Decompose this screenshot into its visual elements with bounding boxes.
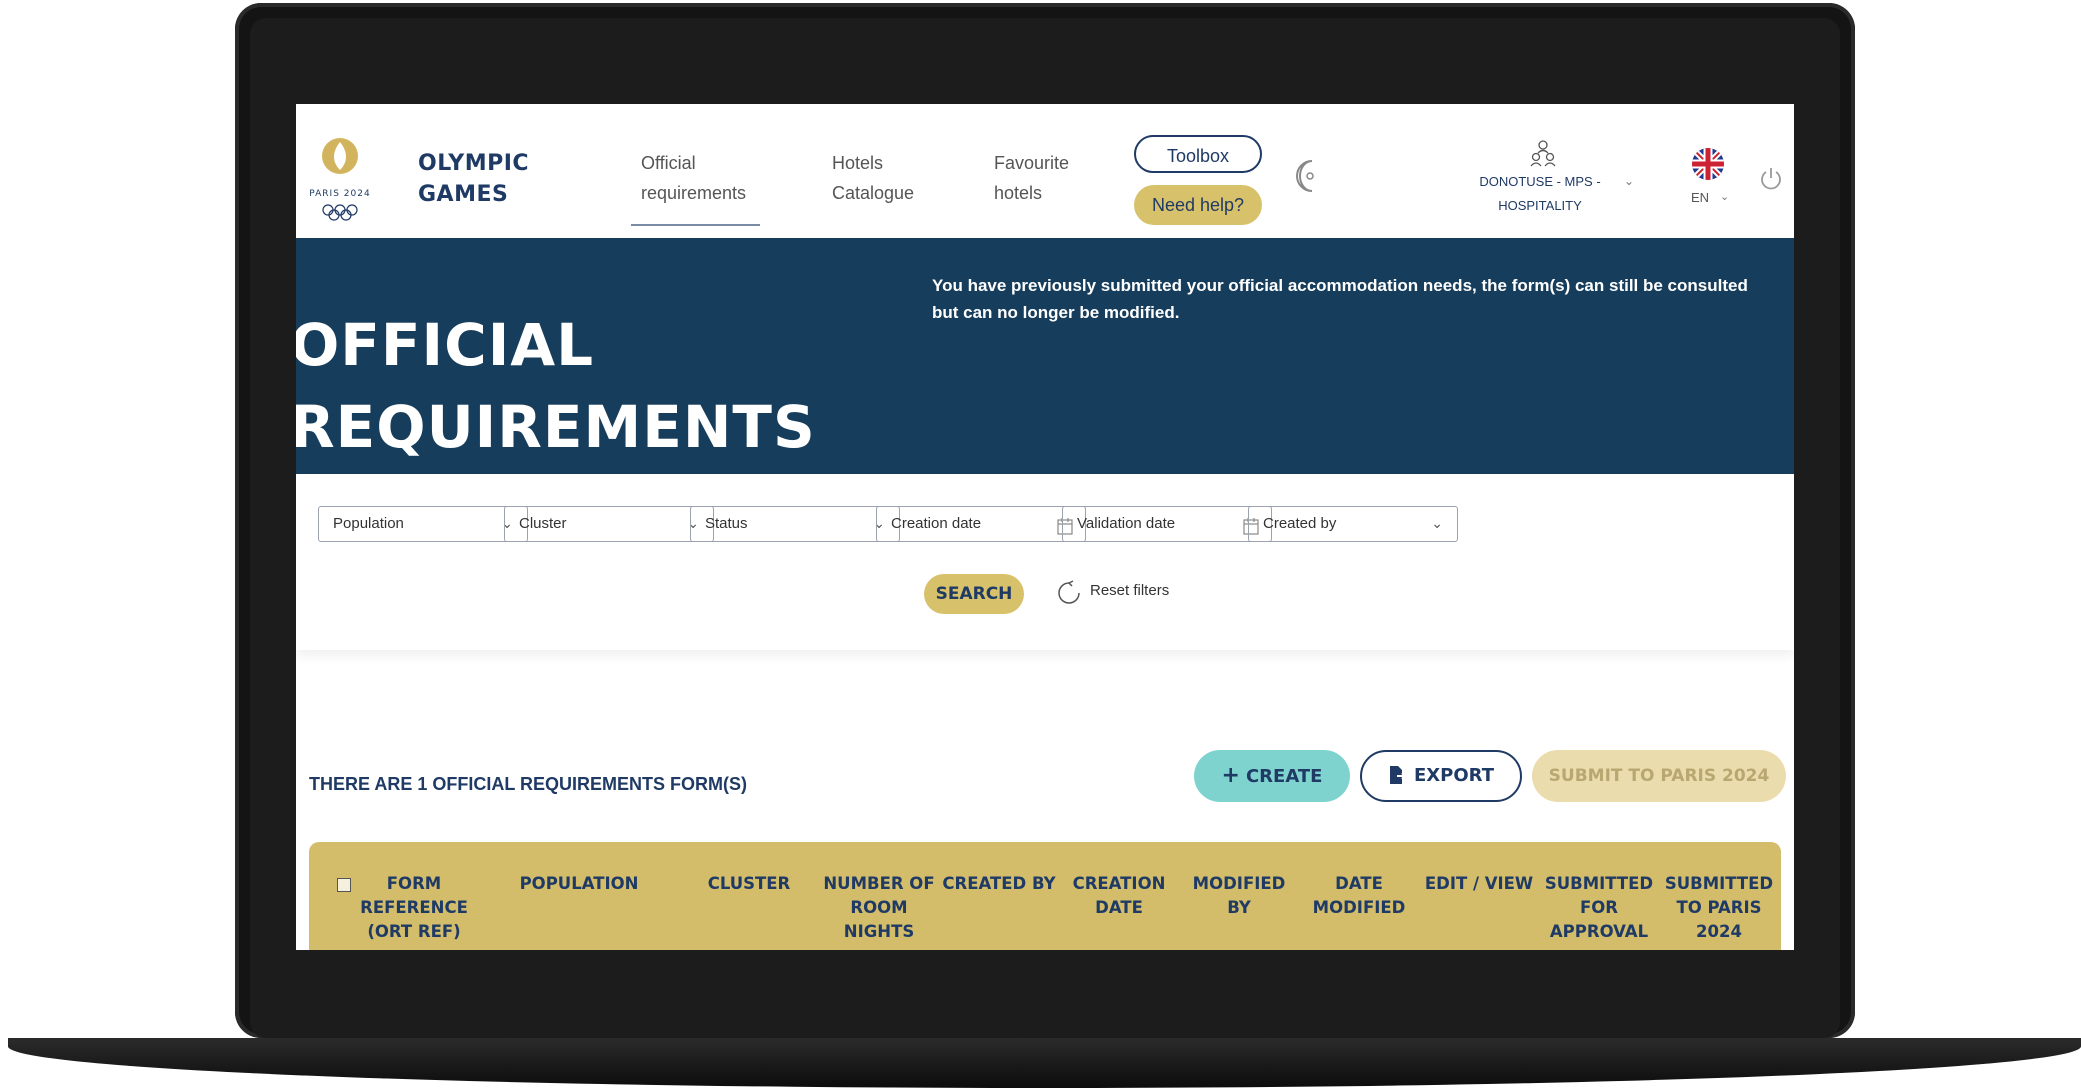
user-name-line1: DONOTUSE - MPS - (1479, 174, 1601, 189)
header-line: APPROVAL (1549, 922, 1649, 941)
page-title-line1: OFFICIAL (296, 311, 595, 379)
laptop-base (8, 1038, 2081, 1088)
nav-label-line1: Hotels (832, 153, 884, 173)
page-title: OFFICIAL REQUIREMENTS (296, 304, 816, 468)
column-header-population[interactable]: POPULATION (509, 872, 649, 896)
user-group-icon[interactable] (1528, 138, 1558, 168)
nav-label-line2: requirements (641, 183, 747, 203)
header-line: MODIFIED BY (1192, 874, 1286, 917)
forms-table-header: FORM REFERENCE (ORT REF) POPULATION CLUS… (309, 842, 1781, 950)
top-navigation-bar: PARIS 2024 OLYMPIC GAMES Official requir… (296, 104, 1794, 238)
status-select-label: Status (705, 515, 748, 532)
header-line: REFERENCE (360, 898, 468, 917)
header-line: DATE (1335, 874, 1383, 893)
header-line: CREATION (1072, 874, 1166, 893)
reset-filters-link[interactable]: Reset filters (1090, 582, 1169, 599)
filters-panel: Population ⌄ Cluster ⌄ Status ⌄ Creation… (296, 474, 1794, 650)
status-select[interactable]: Status ⌄ (690, 506, 900, 542)
nav-label-line2: Catalogue (832, 183, 915, 203)
export-button[interactable]: EXPORT (1360, 750, 1522, 802)
cluster-select-label: Cluster (519, 515, 567, 532)
header-line: EDIT / VIEW (1424, 874, 1534, 893)
population-select[interactable]: Population ⌄ (318, 506, 528, 542)
header-line: SUBMITTED (1664, 874, 1774, 893)
column-header-cluster[interactable]: CLUSTER (689, 872, 809, 896)
header-line: MODIFIED (1312, 898, 1406, 917)
header-line: FOR (1579, 898, 1618, 917)
brand-line-2: GAMES (418, 182, 509, 207)
brand-line-1: OLYMPIC (418, 151, 530, 176)
column-header-room-nights[interactable]: NUMBER OF ROOM NIGHTS (819, 872, 939, 944)
create-button[interactable]: + CREATE (1194, 750, 1350, 802)
export-file-icon (1388, 756, 1407, 804)
forms-count-text: THERE ARE 1 OFFICIAL REQUIREMENTS FORM(S… (309, 774, 748, 794)
header-line: NIGHTS (843, 922, 915, 941)
header-line: CREATED BY (942, 874, 1056, 893)
create-button-label: CREATE (1245, 766, 1323, 787)
column-header-modified-by[interactable]: MODIFIED BY (1179, 872, 1299, 920)
export-button-label: EXPORT (1414, 765, 1494, 786)
page-title-line2: REQUIREMENTS (296, 393, 816, 461)
nav-favourite-hotels[interactable]: Favourite hotels (994, 148, 1069, 208)
chevron-down-icon: ⌄ (1431, 515, 1443, 531)
header-line: TO PARIS (1676, 898, 1762, 917)
submission-notice: You have previously submitted your offic… (932, 276, 1748, 322)
nav-label-line1: Official (641, 153, 696, 173)
toolbox-button[interactable]: Toolbox (1134, 135, 1262, 173)
nav-label-line2: hotels (994, 183, 1043, 203)
validation-date-placeholder: Validation date (1077, 515, 1176, 532)
nav-label-line1: Favourite (994, 153, 1070, 173)
paris-2024-logo[interactable]: PARIS 2024 (302, 134, 378, 224)
language-selector[interactable]: EN (1691, 190, 1709, 205)
header-line: NUMBER OF (823, 874, 935, 893)
created-by-select-label: Created by (1263, 515, 1337, 532)
page-hero-banner: OFFICIAL REQUIREMENTS You have previousl… (296, 238, 1794, 474)
validation-date-input[interactable]: Validation date (1062, 506, 1272, 542)
column-header-submitted-paris[interactable]: SUBMITTED TO PARIS 2024 (1659, 872, 1779, 944)
created-by-select[interactable]: Created by ⌄ (1248, 506, 1458, 542)
chevron-down-icon[interactable]: ⌄ (1624, 174, 1634, 188)
search-button[interactable]: SEARCH (924, 574, 1024, 614)
user-account-menu[interactable]: DONOTUSE - MPS - HOSPITALITY (1450, 170, 1630, 218)
column-header-created-by[interactable]: CREATED BY (939, 872, 1059, 896)
reset-refresh-icon[interactable] (1054, 578, 1084, 608)
column-header-creation-date[interactable]: CREATION DATE (1059, 872, 1179, 920)
logout-power-icon[interactable] (1758, 166, 1784, 192)
nav-official-requirements[interactable]: Official requirements (630, 148, 761, 226)
column-header-submitted-approval[interactable]: SUBMITTED FOR APPROVAL (1539, 872, 1659, 944)
header-line: POPULATION (519, 874, 639, 893)
header-line: 2024 (1696, 922, 1742, 941)
chevron-down-icon[interactable]: ⌄ (1720, 190, 1729, 203)
svg-text:PARIS 2024: PARIS 2024 (309, 189, 370, 199)
cluster-select[interactable]: Cluster ⌄ (504, 506, 714, 542)
user-name-line2: HOSPITALITY (1498, 198, 1582, 213)
app-screen: PARIS 2024 OLYMPIC GAMES Official requir… (296, 104, 1794, 950)
olympic-games-brand[interactable]: OLYMPIC GAMES (418, 148, 529, 210)
header-line: DATE (1095, 898, 1143, 917)
population-select-label: Population (333, 515, 404, 532)
need-help-button[interactable]: Need help? (1134, 185, 1262, 225)
column-header-form-reference[interactable]: FORM REFERENCE (ORT REF) (349, 872, 479, 944)
submit-to-paris-button[interactable]: SUBMIT TO PARIS 2024 (1532, 750, 1786, 802)
uk-flag-icon[interactable] (1692, 148, 1724, 180)
nav-hotels-catalogue[interactable]: Hotels Catalogue (832, 148, 914, 208)
header-line: CLUSTER (707, 874, 791, 893)
header-line: SUBMITTED (1544, 874, 1654, 893)
column-header-date-modified[interactable]: DATE MODIFIED (1299, 872, 1419, 920)
column-header-edit-view[interactable]: EDIT / VIEW (1419, 872, 1539, 896)
creation-date-placeholder: Creation date (891, 515, 982, 532)
header-line: (ORT REF) (367, 922, 461, 941)
creation-date-input[interactable]: Creation date (876, 506, 1086, 542)
header-line: FORM (386, 874, 442, 893)
header-line: ROOM (850, 898, 908, 917)
plus-icon: + (1221, 763, 1240, 788)
dark-mode-toggle-icon[interactable] (1292, 158, 1322, 194)
